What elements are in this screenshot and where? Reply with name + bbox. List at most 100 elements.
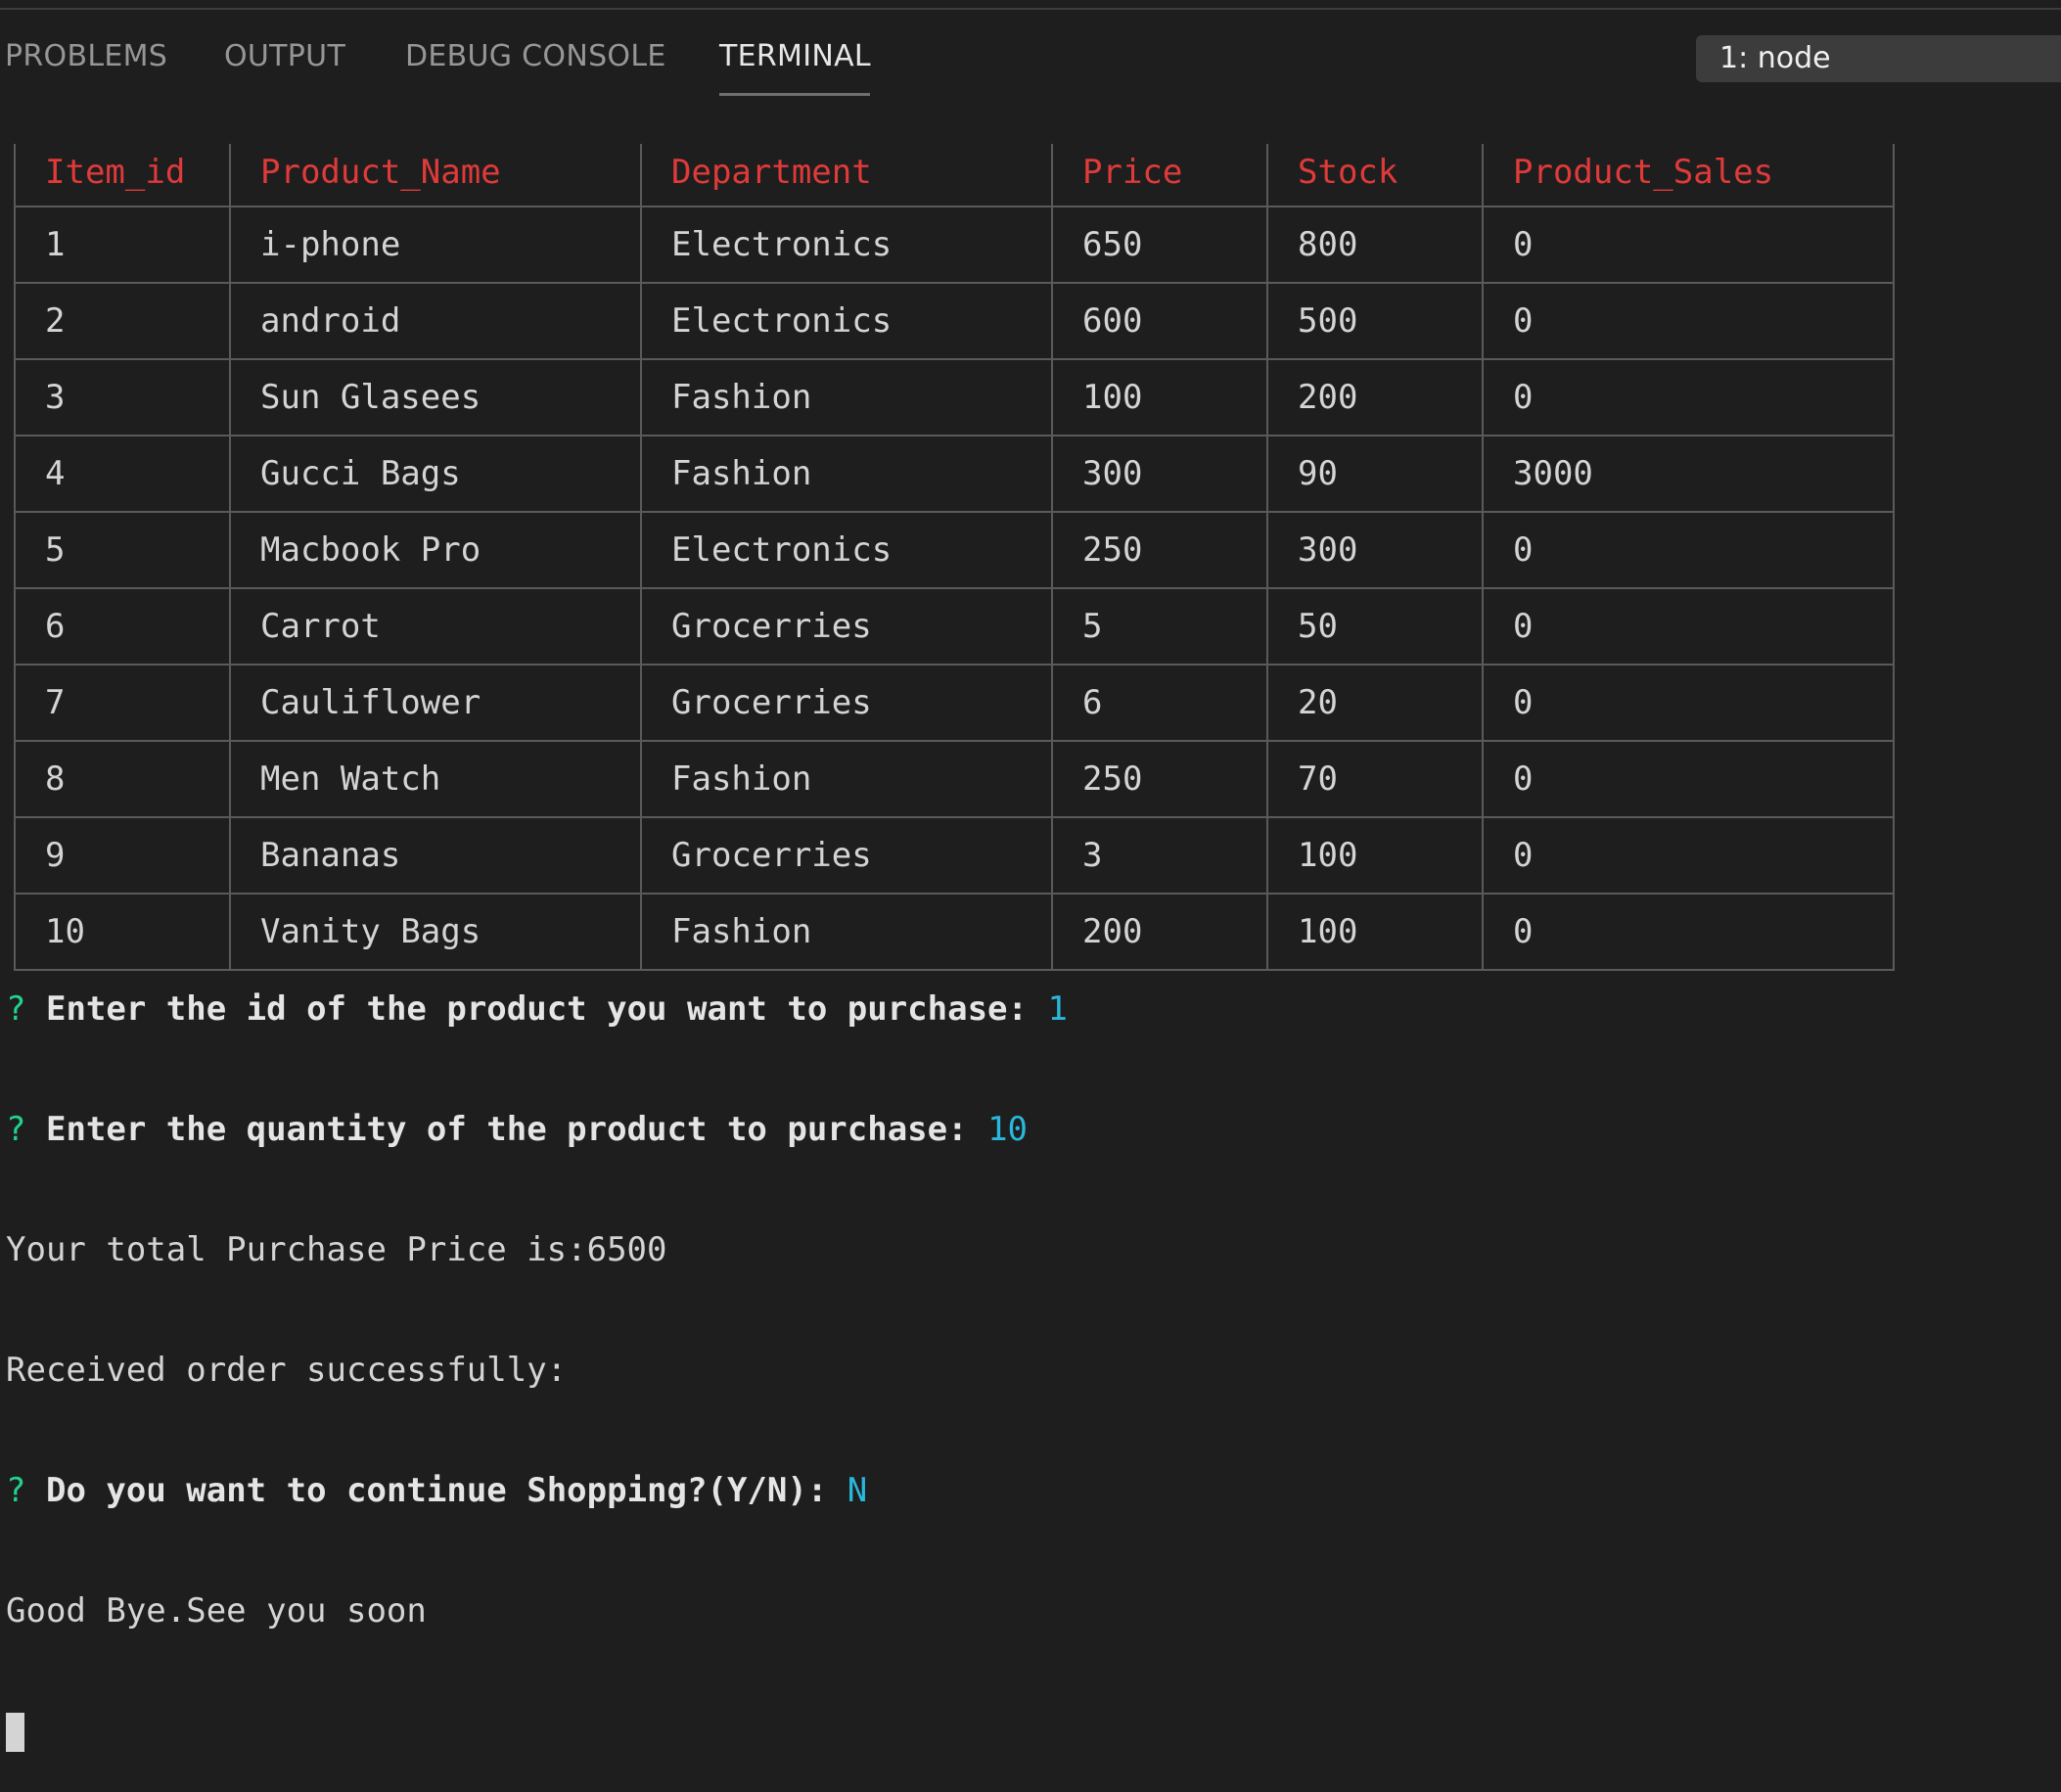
prompt-answer: 10 (987, 1110, 1029, 1149)
table-row: 2 android Electronics 600 500 0 (14, 282, 1895, 360)
tab-debug-console[interactable]: DEBUG CONSOLE (405, 39, 666, 73)
cell-item-id: 6 (14, 587, 231, 666)
cell-stock: 500 (1266, 282, 1484, 360)
prompt-answer: 1 (1047, 989, 1068, 1029)
cell-product-sales: 0 (1482, 816, 1895, 895)
cell-product-name: Macbook Pro (229, 511, 642, 589)
column-header-department: Department (640, 144, 1053, 207)
terminal-session-lines: ? Enter the id of the product you want t… (6, 909, 1068, 1792)
cell-product-sales: 3000 (1482, 435, 1895, 513)
active-tab-indicator (719, 93, 870, 96)
cell-stock: 100 (1266, 816, 1484, 895)
table-row: 4 Gucci Bags Fashion 300 90 3000 (14, 435, 1895, 513)
cell-product-sales: 0 (1482, 511, 1895, 589)
cell-department: Electronics (640, 206, 1053, 284)
tab-output[interactable]: OUTPUT (224, 39, 345, 73)
column-header-product-name: Product_Name (229, 144, 642, 207)
prompt-line-product-id: ? Enter the id of the product you want t… (6, 989, 1068, 1030)
table-row: 5 Macbook Pro Electronics 250 300 0 (14, 511, 1895, 589)
cell-department: Grocerries (640, 816, 1053, 895)
panel-tab-bar: PROBLEMS OUTPUT DEBUG CONSOLE TERMINAL (0, 0, 979, 108)
cell-department: Fashion (640, 358, 1053, 437)
table-header-row: Item_id Product_Name Department Price St… (14, 144, 1895, 207)
cell-price: 650 (1051, 206, 1268, 284)
cell-item-id: 3 (14, 358, 231, 437)
column-header-product-sales: Product_Sales (1482, 144, 1895, 207)
cell-product-name: i-phone (229, 206, 642, 284)
cell-price: 200 (1051, 893, 1268, 971)
terminal-instance-label: 1: node (1719, 41, 1831, 75)
table-row: 1 i-phone Electronics 650 800 0 (14, 206, 1895, 284)
cell-price: 5 (1051, 587, 1268, 666)
cell-product-name: Bananas (229, 816, 642, 895)
prompt-text: Enter the quantity of the product to pur… (45, 1110, 968, 1149)
cell-product-sales: 0 (1482, 206, 1895, 284)
cell-department: Electronics (640, 282, 1053, 360)
cell-product-sales: 0 (1482, 358, 1895, 437)
cell-department: Fashion (640, 435, 1053, 513)
column-header-price: Price (1051, 144, 1268, 207)
cell-product-sales: 0 (1482, 282, 1895, 360)
column-header-item-id: Item_id (14, 144, 231, 207)
cell-item-id: 4 (14, 435, 231, 513)
cell-product-name: Sun Glasees (229, 358, 642, 437)
cell-stock: 300 (1266, 511, 1484, 589)
prompt-answer: N (847, 1471, 868, 1510)
cell-product-sales: 0 (1482, 740, 1895, 818)
cell-product-sales: 0 (1482, 587, 1895, 666)
cell-product-name: android (229, 282, 642, 360)
cell-price: 100 (1051, 358, 1268, 437)
cell-product-name: Cauliflower (229, 664, 642, 742)
cursor-line (6, 1712, 1068, 1752)
cell-product-sales: 0 (1482, 893, 1895, 971)
cell-price: 250 (1051, 511, 1268, 589)
table-row: 8 Men Watch Fashion 250 70 0 (14, 740, 1895, 818)
cell-item-id: 9 (14, 816, 231, 895)
prompt-text: Do you want to continue Shopping?(Y/N): (45, 1471, 828, 1510)
cell-item-id: 8 (14, 740, 231, 818)
cell-product-name: Carrot (229, 587, 642, 666)
cell-stock: 70 (1266, 740, 1484, 818)
prompt-question-mark: ? (6, 989, 26, 1029)
cell-product-name: Men Watch (229, 740, 642, 818)
cell-product-name: Gucci Bags (229, 435, 642, 513)
table-row: 3 Sun Glasees Fashion 100 200 0 (14, 358, 1895, 437)
cell-price: 3 (1051, 816, 1268, 895)
cell-department: Electronics (640, 511, 1053, 589)
cell-price: 6 (1051, 664, 1268, 742)
cell-stock: 20 (1266, 664, 1484, 742)
cell-item-id: 7 (14, 664, 231, 742)
cell-price: 600 (1051, 282, 1268, 360)
cell-item-id: 1 (14, 206, 231, 284)
output-total-price: Your total Purchase Price is:6500 (6, 1230, 667, 1269)
product-table: Item_id Product_Name Department Price St… (14, 144, 1895, 971)
table-row: 7 Cauliflower Grocerries 6 20 0 (14, 664, 1895, 742)
prompt-question-mark: ? (6, 1471, 26, 1510)
terminal-cursor (6, 1713, 24, 1752)
terminal-instance-dropdown[interactable]: 1: node (1696, 35, 2061, 82)
tab-terminal[interactable]: TERMINAL (719, 39, 871, 73)
cell-department: Grocerries (640, 587, 1053, 666)
cell-item-id: 5 (14, 511, 231, 589)
column-header-stock: Stock (1266, 144, 1484, 207)
table-row: 6 Carrot Grocerries 5 50 0 (14, 587, 1895, 666)
prompt-line-quantity: ? Enter the quantity of the product to p… (6, 1110, 1068, 1150)
cell-product-sales: 0 (1482, 664, 1895, 742)
cell-department: Grocerries (640, 664, 1053, 742)
cell-department: Fashion (640, 740, 1053, 818)
cell-stock: 800 (1266, 206, 1484, 284)
cell-stock: 200 (1266, 358, 1484, 437)
cell-item-id: 2 (14, 282, 231, 360)
prompt-text: Enter the id of the product you want to … (45, 989, 1028, 1029)
cell-price: 250 (1051, 740, 1268, 818)
tab-problems[interactable]: PROBLEMS (5, 39, 167, 73)
cell-stock: 90 (1266, 435, 1484, 513)
cell-stock: 100 (1266, 893, 1484, 971)
prompt-question-mark: ? (6, 1110, 26, 1149)
cell-stock: 50 (1266, 587, 1484, 666)
cell-price: 300 (1051, 435, 1268, 513)
output-goodbye: Good Bye.See you soon (6, 1591, 427, 1631)
prompt-line-continue: ? Do you want to continue Shopping?(Y/N)… (6, 1471, 1068, 1511)
table-row: 9 Bananas Grocerries 3 100 0 (14, 816, 1895, 895)
output-order-received: Received order successfully: (6, 1351, 568, 1390)
